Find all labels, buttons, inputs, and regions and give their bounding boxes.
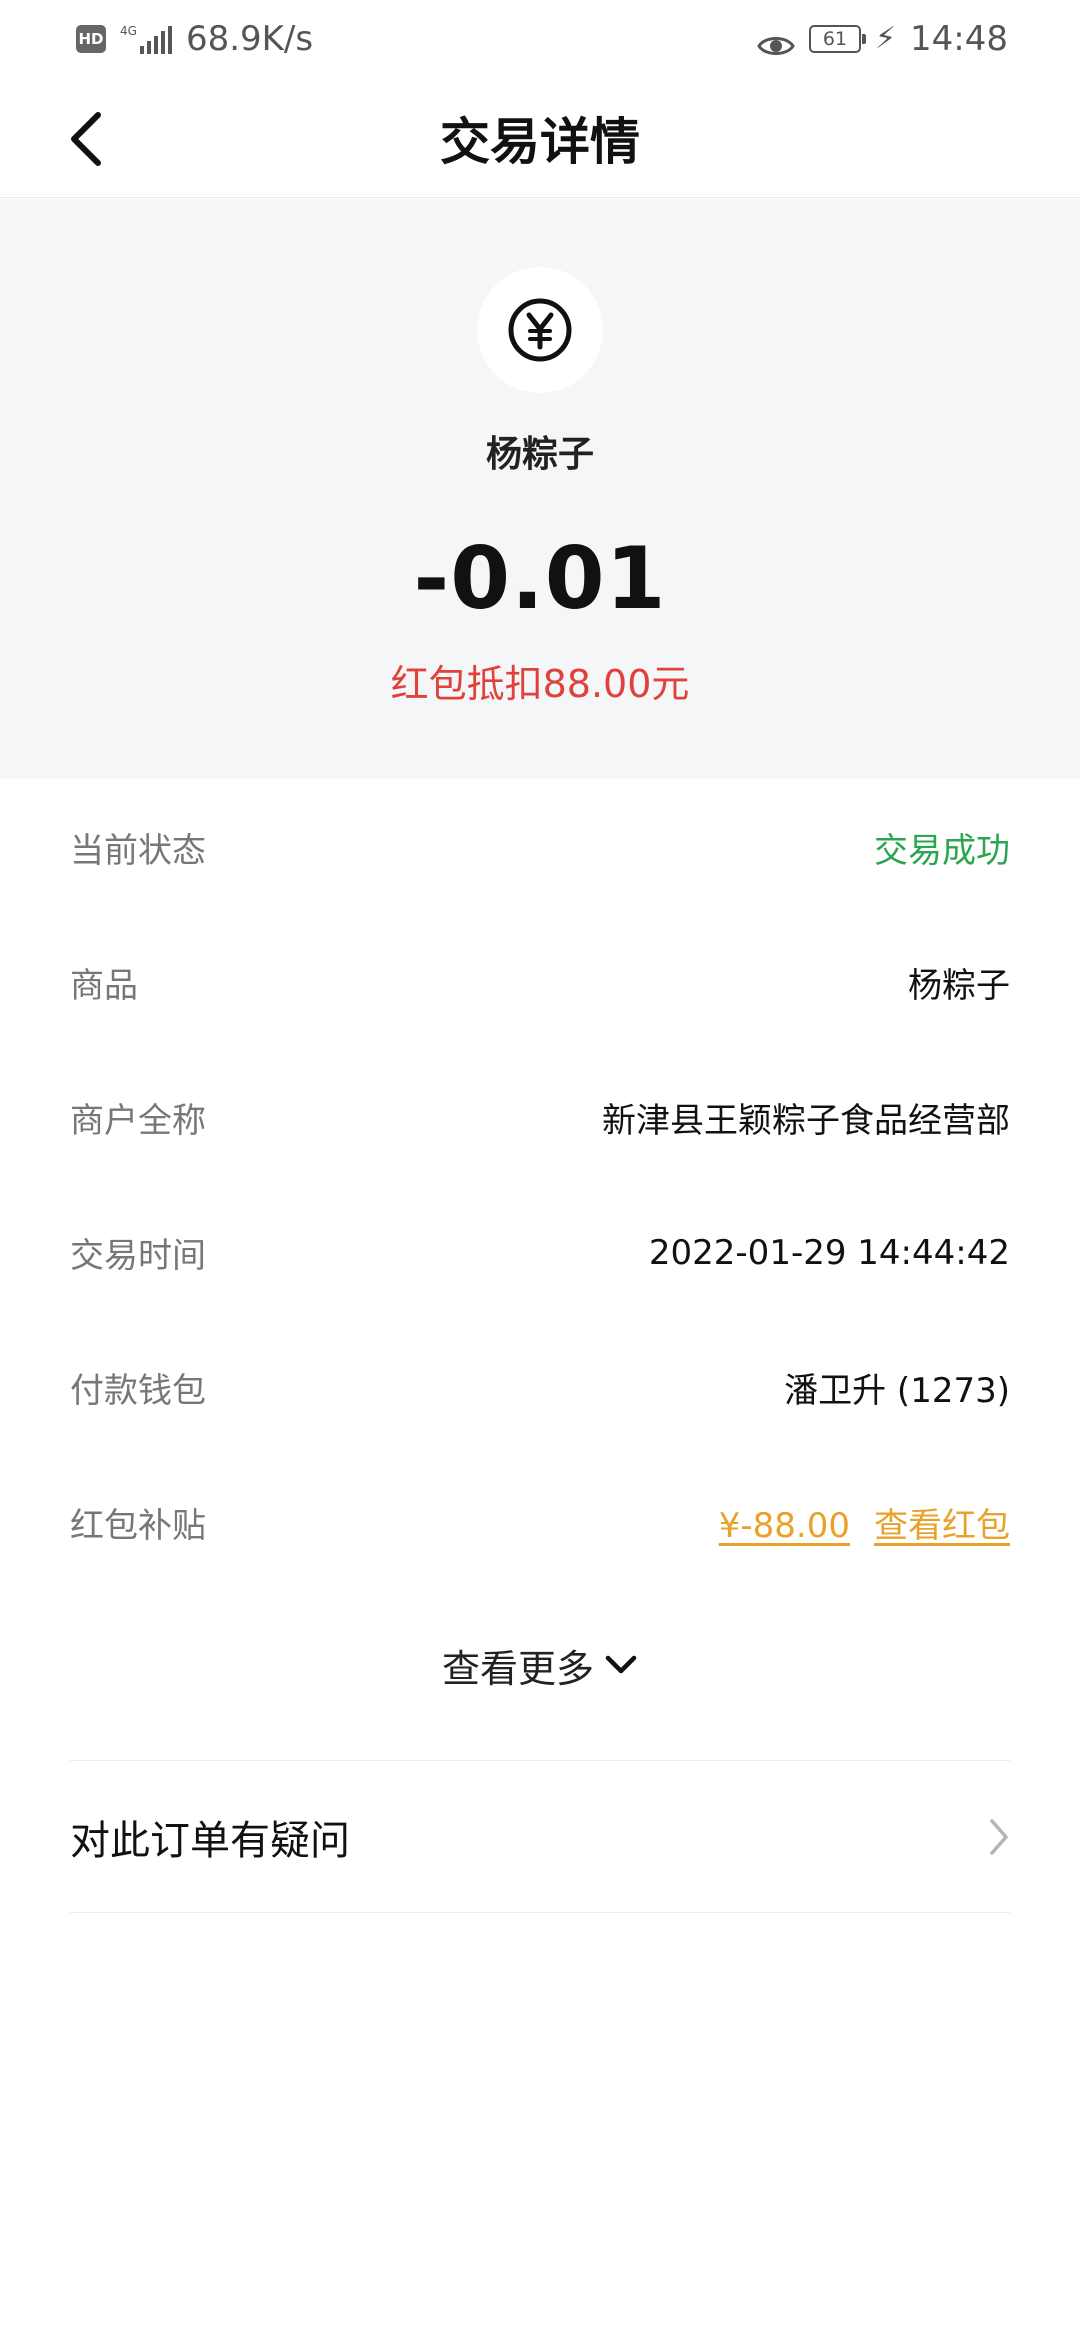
view-more-button[interactable]: 查看更多 (0, 1630, 1080, 1700)
merchant-full-name-value: 新津县王颖粽子食品经营部 (602, 1101, 1010, 1141)
detail-label: 交易时间 (70, 1236, 206, 1276)
order-question-label: 对此订单有疑问 (70, 1818, 350, 1864)
status-bar: HD 4G 68.9K/s 61 ⚡ 14:48 (0, 0, 1080, 78)
merchant-name: 杨粽子 (485, 434, 594, 475)
status-left: HD 4G 68.9K/s (76, 19, 313, 59)
transaction-summary: 杨粽子 -0.01 红包抵扣88.00元 (0, 199, 1080, 779)
battery-level: 61 (822, 28, 848, 50)
detail-row-red-packet: 红包补贴 ¥-88.00 查看红包 (70, 1455, 1010, 1590)
detail-label: 商户全称 (70, 1101, 206, 1141)
detail-label: 当前状态 (70, 831, 206, 871)
signal-bar (160, 31, 165, 54)
status-right: 61 ⚡ 14:48 (757, 19, 1008, 59)
chevron-down-icon (605, 1655, 637, 1674)
charging-icon: ⚡ (874, 21, 897, 56)
yuan-coin-icon (508, 298, 572, 362)
detail-row-status: 当前状态 交易成功 (70, 780, 1010, 915)
transaction-amount: -0.01 (413, 529, 667, 629)
red-packet-amount: ¥-88.00 (718, 1506, 850, 1546)
status-value: 交易成功 (874, 831, 1010, 871)
clock: 14:48 (910, 19, 1008, 59)
page-title: 交易详情 (440, 113, 640, 171)
detail-label: 红包补贴 (70, 1506, 206, 1546)
product-value: 杨粽子 (908, 966, 1010, 1006)
eye-icon (757, 27, 795, 55)
transaction-detail-page: HD 4G 68.9K/s 61 ⚡ 14:48 交易详情 杨粽子 -0.01 … (0, 0, 1080, 2340)
detail-row-time: 交易时间 2022-01-29 14:44:42 (70, 1185, 1010, 1320)
discount-note: 红包抵扣88.00元 (390, 662, 690, 706)
divider (70, 1760, 1010, 1761)
detail-label: 商品 (70, 966, 138, 1006)
detail-row-wallet: 付款钱包 潘卫升 (1273) (70, 1320, 1010, 1455)
nav-bar: 交易详情 (0, 78, 1080, 198)
signal-icon: 4G (120, 24, 172, 54)
signal-bar (139, 46, 144, 54)
transaction-time-value: 2022-01-29 14:44:42 (648, 1232, 1010, 1273)
signal-bar (167, 26, 172, 54)
chevron-right-icon (990, 1819, 1008, 1855)
red-packet-link-label: 查看红包 (874, 1506, 1010, 1546)
signal-bar (146, 41, 151, 54)
detail-row-product: 商品 杨粽子 (70, 915, 1010, 1050)
view-more-label: 查看更多 (441, 1646, 594, 1691)
merchant-avatar (477, 267, 603, 393)
battery-icon: 61 (808, 25, 866, 53)
payment-wallet-value: 潘卫升 (1273) (784, 1371, 1010, 1411)
view-red-packet-link[interactable]: ¥-88.00 查看红包 (719, 1498, 1010, 1547)
hd-icon: HD (76, 25, 106, 53)
signal-bar (153, 36, 158, 54)
detail-label: 付款钱包 (70, 1371, 206, 1411)
detail-list: 当前状态 交易成功 商品 杨粽子 商户全称 新津县王颖粽子食品经营部 交易时间 … (70, 780, 1010, 1590)
divider (70, 1912, 1010, 1913)
order-question-row[interactable]: 对此订单有疑问 (70, 1762, 1010, 1912)
network-type: 4G (120, 24, 137, 38)
network-speed: 68.9K/s (185, 19, 314, 59)
detail-row-merchant: 商户全称 新津县王颖粽子食品经营部 (70, 1050, 1010, 1185)
